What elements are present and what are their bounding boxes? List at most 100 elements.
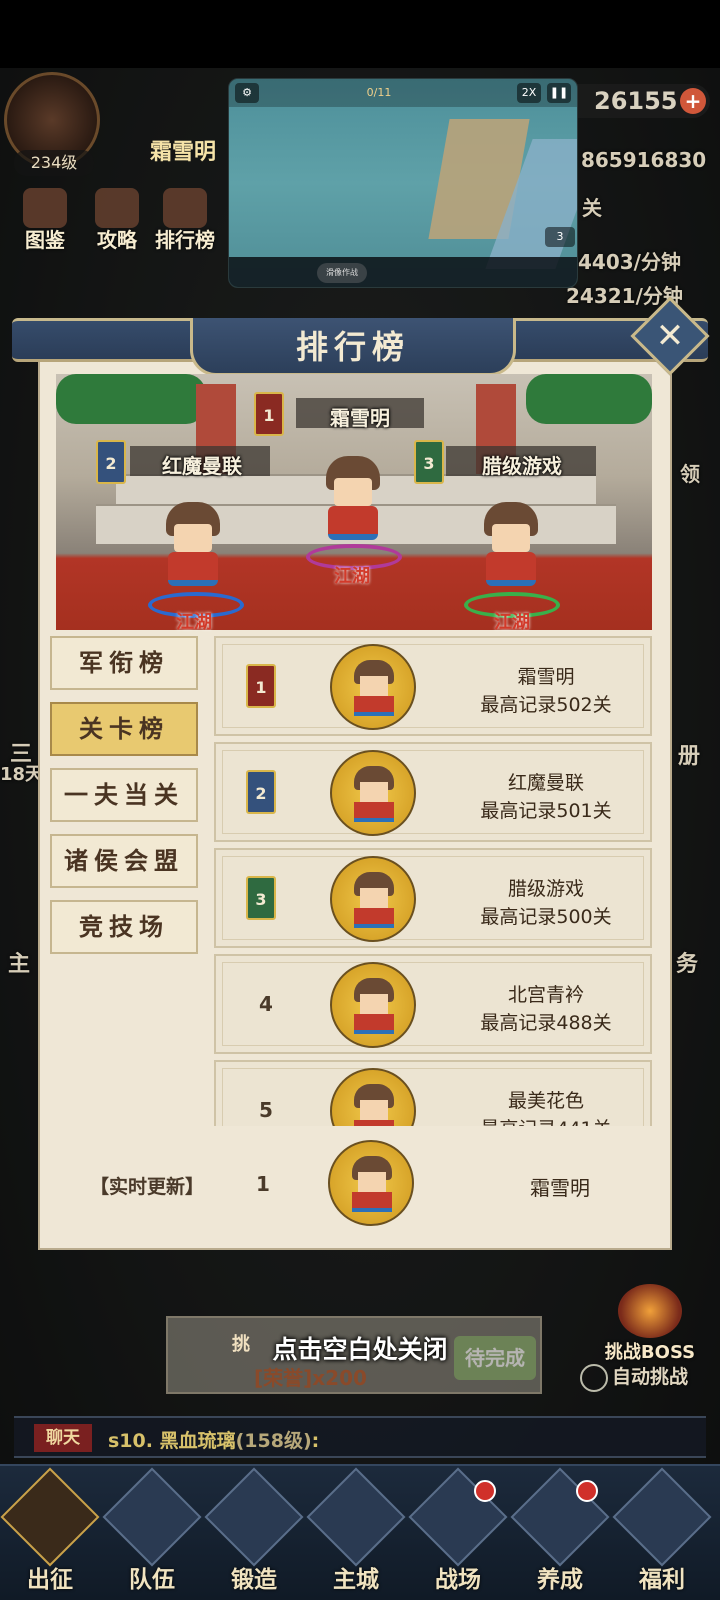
video-counter: 0/11: [366, 86, 392, 99]
auto-challenge-label: 自动挑战: [612, 1366, 689, 1388]
battle-video-overlay[interactable]: ⚙ 0/11 2X ❚❚ 3 滑像作战: [228, 78, 578, 288]
row-player-name: 霜雪明: [517, 666, 575, 688]
third-place-name: 腊级游戏: [482, 454, 562, 478]
ranking-row[interactable]: 1 霜雪明 最高记录502关: [214, 636, 652, 736]
realtime-update-label: 【实时更新】: [90, 1176, 205, 1198]
chat-bar[interactable]: 聊天 s10. 黑血琉璃(158级):: [14, 1416, 706, 1458]
row-player-name: 腊级游戏: [507, 878, 584, 900]
row-player-name: 北宫青衿: [507, 984, 584, 1006]
nav-welfare[interactable]: 福利: [612, 1467, 712, 1600]
chat-message: s10. 黑血琉璃(158级):: [108, 1426, 319, 1453]
player-avatar-coin[interactable]: [330, 644, 416, 730]
challenge-boss-button[interactable]: 挑战BOSS: [598, 1284, 702, 1364]
video-speed-button[interactable]: 2X: [517, 83, 541, 103]
notification-badge: [576, 1480, 598, 1502]
rank-1-banner: 1: [246, 664, 276, 708]
nav-growth[interactable]: 养成: [510, 1467, 610, 1600]
ranking-row[interactable]: 4 北宫青衿 最高记录488关: [214, 954, 652, 1054]
tab-rank-title[interactable]: 军衔榜: [50, 636, 198, 690]
boss-icon: [618, 1284, 682, 1338]
first-place-sprite: [318, 456, 388, 546]
tab-arena[interactable]: 竞技场: [50, 900, 198, 954]
side-hint-right-2: 务: [676, 952, 699, 977]
second-place-guild: 江湖: [176, 612, 212, 633]
row-player-name: 红魔曼联: [507, 772, 584, 794]
city-icon: [306, 1467, 406, 1567]
gold-counter: 26155 +: [560, 84, 710, 118]
player-avatar-coin[interactable]: [330, 962, 416, 1048]
guide-label: 攻略: [97, 228, 137, 252]
row-player-name: 最美花色: [507, 1090, 584, 1112]
guide-icon: [95, 188, 139, 228]
row-record: 最高记录502关: [480, 694, 612, 716]
player-avatar-coin[interactable]: [330, 750, 416, 836]
chat-tag[interactable]: 聊天: [34, 1424, 92, 1452]
second-place-name: 红魔曼联: [162, 454, 242, 478]
row-record: 最高记录501关: [480, 800, 612, 822]
third-place-sprite: [476, 502, 546, 592]
side-hint-right-1: 册: [678, 744, 701, 769]
third-place-guild: 江湖: [494, 612, 530, 633]
second-place-banner: 2: [96, 440, 126, 484]
ranking-row[interactable]: 5 最美花色 最高记录441关: [214, 1060, 652, 1126]
video-pause-button[interactable]: ❚❚: [547, 83, 571, 103]
first-place-guild: 江湖: [334, 566, 370, 587]
codex-button[interactable]: 图鉴: [14, 188, 76, 252]
expedition-icon: [0, 1467, 100, 1567]
tab-alliance[interactable]: 诸侯会盟: [50, 834, 198, 888]
video-settings-button[interactable]: ⚙: [235, 83, 259, 103]
my-name: 霜雪明: [530, 1176, 590, 1200]
leaderboard-button[interactable]: 排行榜: [154, 188, 216, 252]
nav-team[interactable]: 队伍: [102, 1467, 202, 1600]
team-icon: [102, 1467, 202, 1567]
add-gold-button[interactable]: +: [680, 88, 706, 114]
bottom-nav: 出征 队伍 锻造 主城 战场 养成 福利: [0, 1464, 720, 1600]
tab-stage[interactable]: 关卡榜: [50, 702, 198, 756]
ranking-list[interactable]: 1 霜雪明 最高记录502关 2 红魔曼联 最高记录501关 3 腊级游戏 最高…: [214, 634, 652, 1126]
nav-expedition[interactable]: 出征: [0, 1467, 100, 1600]
ranking-row[interactable]: 3 腊级游戏 最高记录500关: [214, 848, 652, 948]
guide-button[interactable]: 攻略: [86, 188, 148, 252]
codex-icon: [23, 188, 67, 228]
side-hint-left-2: 18天: [0, 764, 44, 785]
my-avatar-coin[interactable]: [328, 1140, 414, 1226]
boss-label: 挑战BOSS: [604, 1342, 696, 1363]
scene-bush-left: [56, 374, 206, 424]
scene-bush-right: [526, 374, 652, 424]
auto-challenge-radio[interactable]: [580, 1363, 608, 1392]
player-name: 霜雪明: [150, 140, 217, 165]
player-level: 234级: [14, 150, 94, 176]
tab-guard[interactable]: 一夫当关: [50, 768, 198, 822]
side-hint-left-3: 主: [8, 952, 31, 977]
row-record: 最高记录488关: [480, 1012, 612, 1034]
video-bottom-bar: [229, 257, 577, 287]
rate-stat-1: 4403/分钟: [578, 250, 681, 274]
close-x-icon: ✕: [655, 316, 685, 356]
player-id-stat: : 865916830: [566, 148, 707, 172]
first-place-banner: 1: [254, 392, 284, 436]
nav-battlefield[interactable]: 战场: [408, 1467, 508, 1600]
leaderboard-icon: [163, 188, 207, 228]
nav-city[interactable]: 主城: [306, 1467, 406, 1600]
panel-title: 排行榜: [295, 328, 410, 366]
row-record: 最高记录441关: [446, 1114, 646, 1126]
my-rank-number: 1: [256, 1172, 270, 1196]
second-place-sprite: [158, 502, 228, 592]
chat-suffix: :: [311, 1430, 320, 1452]
auto-challenge-toggle[interactable]: 自动挑战: [580, 1362, 688, 1392]
video-bottom-label[interactable]: 滑像作战: [317, 263, 367, 283]
player-avatar-coin[interactable]: [330, 856, 416, 942]
chat-sender[interactable]: s10. 黑血琉璃: [108, 1430, 236, 1452]
nav-forge[interactable]: 锻造: [204, 1467, 304, 1600]
rank-2-banner: 2: [246, 770, 276, 814]
third-place-banner: 3: [414, 440, 444, 484]
stage-stat: 关: [582, 196, 602, 220]
leaderboard-label: 排行榜: [155, 228, 215, 252]
notification-badge: [474, 1480, 496, 1502]
ranking-row[interactable]: 2 红魔曼联 最高记录501关: [214, 742, 652, 842]
video-count: 3: [545, 227, 575, 247]
forge-icon: [204, 1467, 304, 1567]
welfare-icon: [612, 1467, 712, 1567]
row-rank-number: 4: [259, 992, 273, 1016]
codex-label: 图鉴: [25, 228, 65, 252]
